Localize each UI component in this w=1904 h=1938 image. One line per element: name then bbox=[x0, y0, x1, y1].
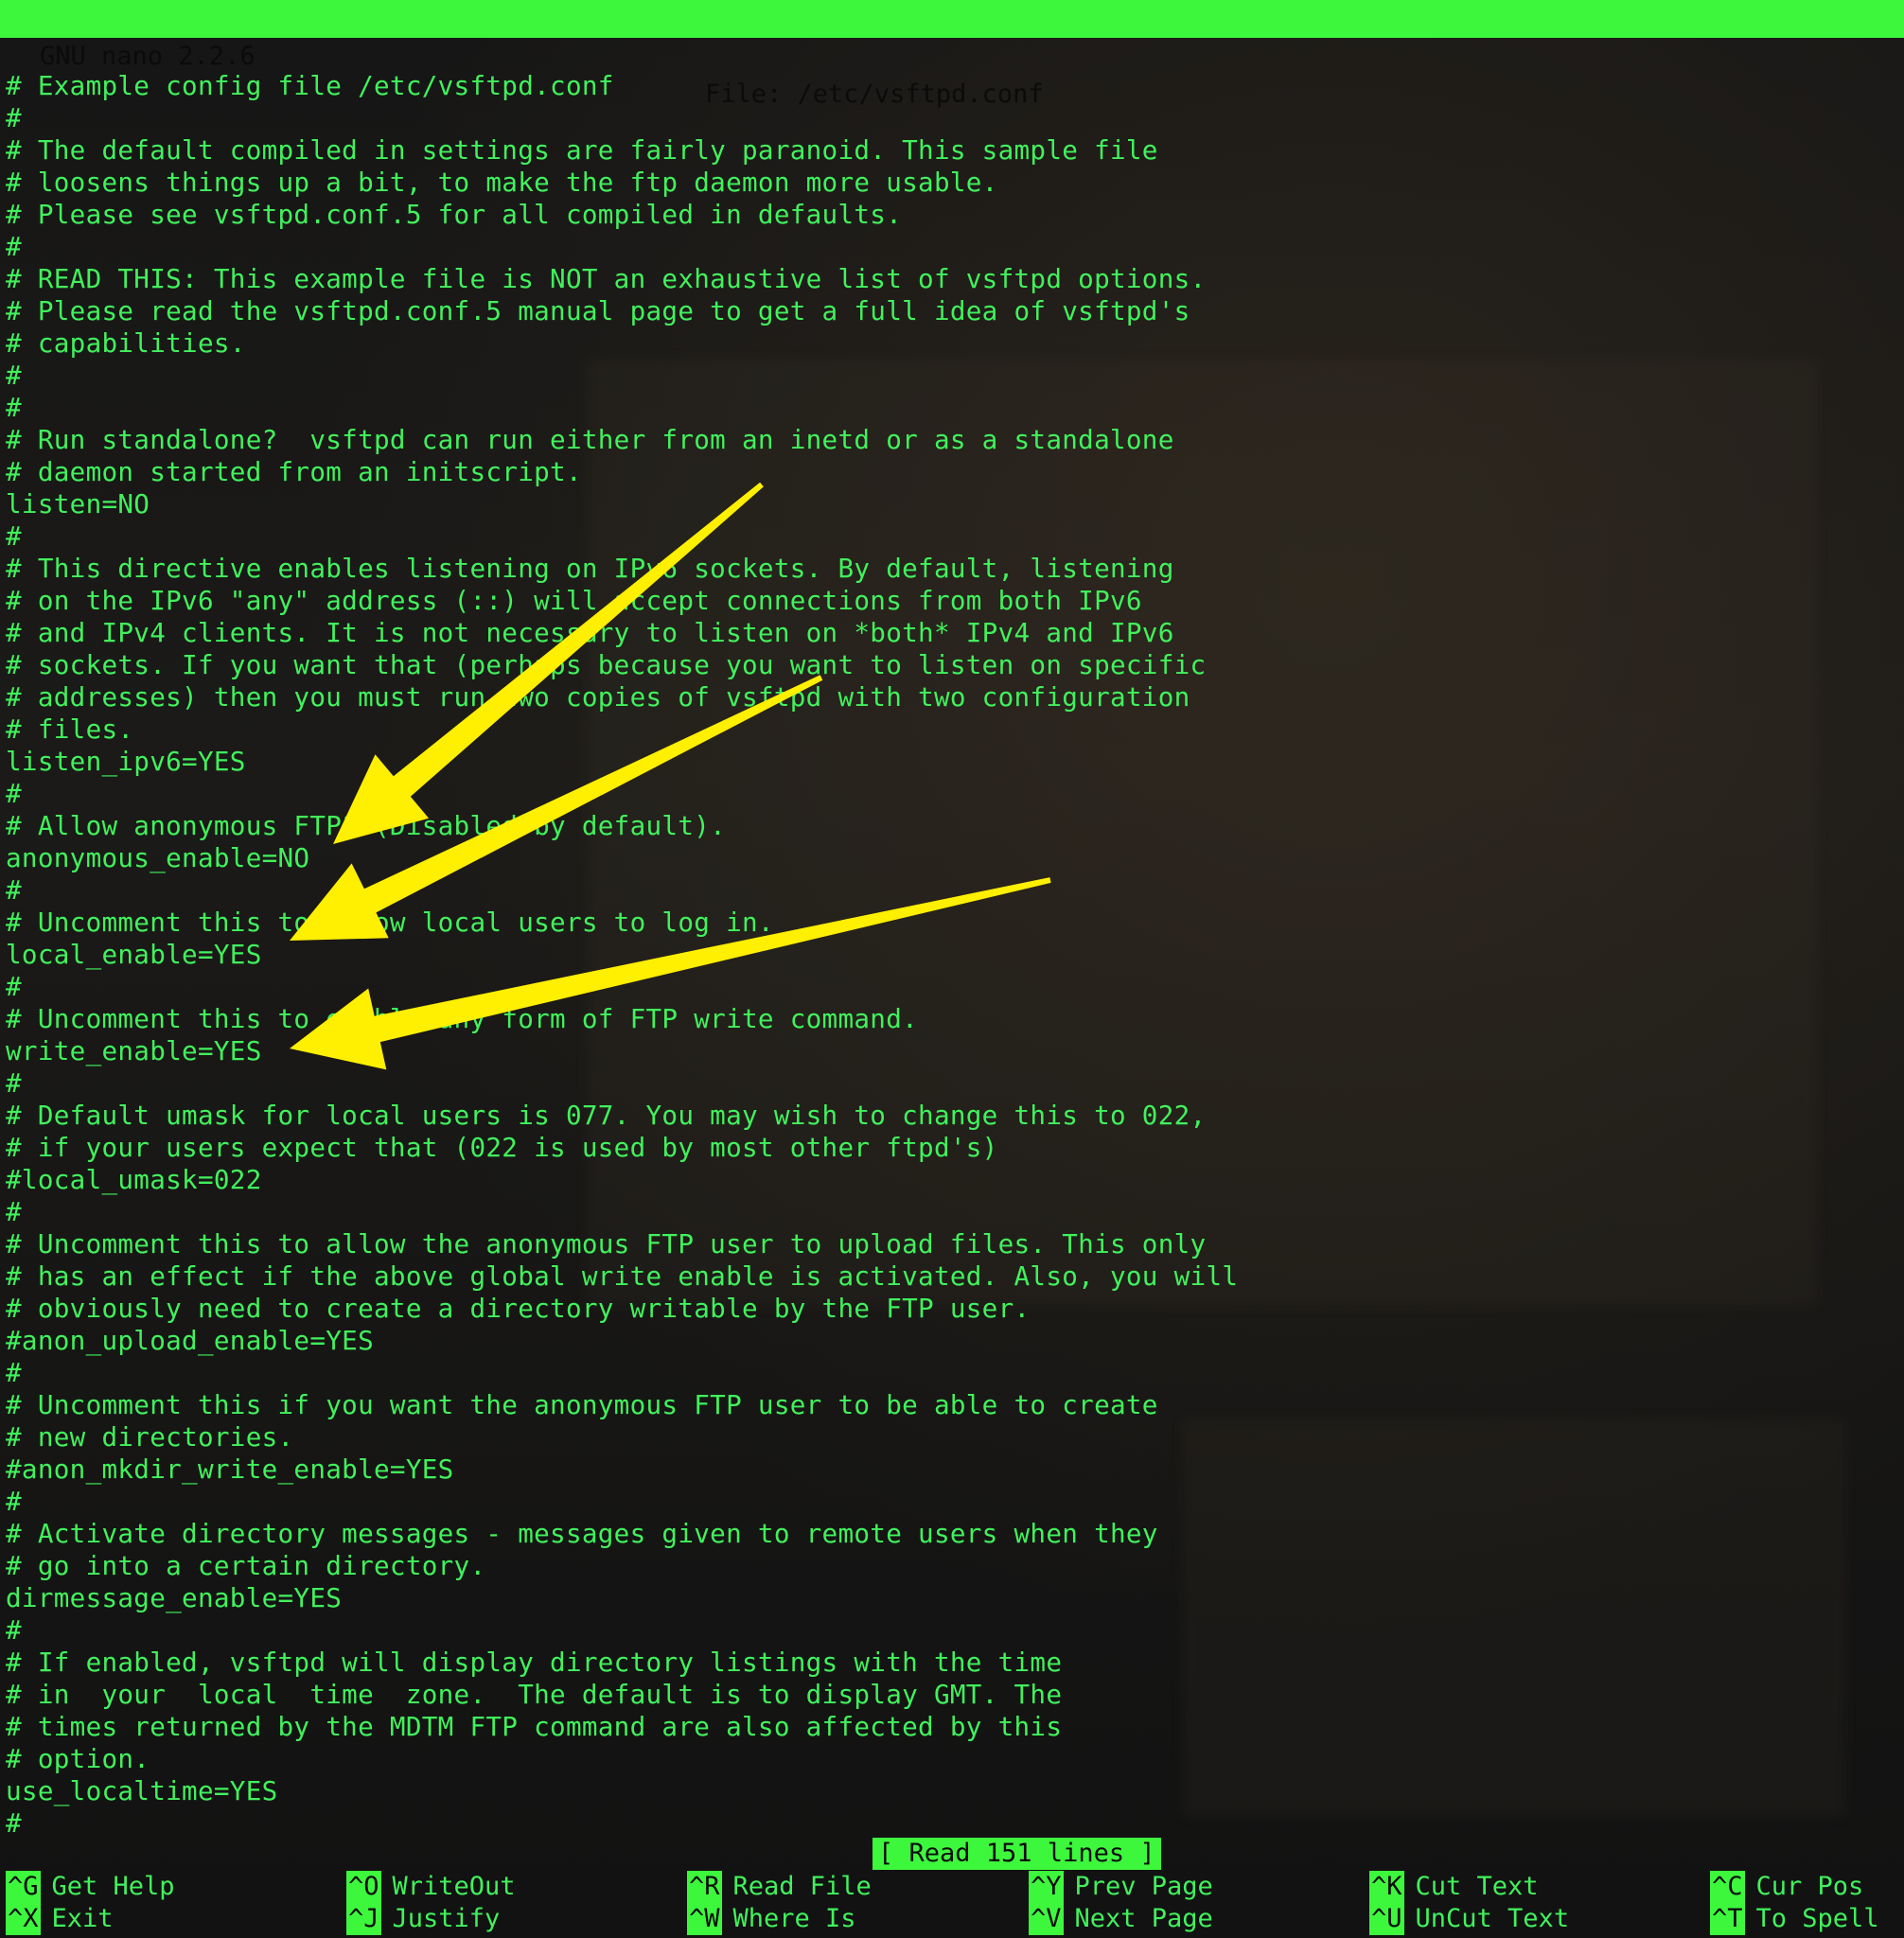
editor-line[interactable]: # READ THIS: This example file is NOT an… bbox=[6, 263, 1898, 295]
editor-line[interactable]: # times returned by the MDTM FTP command… bbox=[6, 1711, 1898, 1743]
shortcut-key: ^O bbox=[346, 1871, 381, 1903]
shortcut-label: Get Help bbox=[51, 1872, 175, 1901]
shortcut-exit[interactable]: ^X Exit bbox=[6, 1903, 114, 1935]
shortcut-uncut-text[interactable]: ^U UnCut Text bbox=[1369, 1903, 1569, 1935]
editor-line[interactable]: # bbox=[6, 1807, 1898, 1840]
editor-text-area[interactable]: # Example config file /etc/vsftpd.conf # #… bbox=[6, 70, 1898, 1840]
editor-line[interactable]: # bbox=[6, 231, 1898, 263]
shortcut-key: ^R bbox=[687, 1871, 722, 1903]
editor-line[interactable]: # bbox=[6, 1614, 1898, 1647]
shortcut-cur-pos[interactable]: ^C Cur Pos bbox=[1710, 1871, 1863, 1903]
editor-line[interactable]: # bbox=[6, 971, 1898, 1003]
shortcut-label: WriteOut bbox=[392, 1872, 516, 1901]
shortcut-key: ^X bbox=[6, 1903, 41, 1935]
editor-line[interactable]: # loosens things up a bit, to make the f… bbox=[6, 167, 1898, 199]
editor-line[interactable]: # Default umask for local users is 077. … bbox=[6, 1100, 1898, 1132]
editor-line[interactable]: # capabilities. bbox=[6, 327, 1898, 360]
shortcut-justify[interactable]: ^J Justify bbox=[346, 1903, 500, 1935]
shortcut-key: ^G bbox=[6, 1871, 41, 1903]
editor-line[interactable]: # Please read the vsftpd.conf.5 manual p… bbox=[6, 295, 1898, 327]
editor-line[interactable]: # daemon started from an initscript. bbox=[6, 456, 1898, 488]
terminal-window: GNU nano 2.2.6 File: /etc/vsftpd.conf # … bbox=[0, 0, 1904, 1938]
editor-line[interactable]: listen_ipv6=YES bbox=[6, 746, 1898, 778]
shortcut-key: ^W bbox=[687, 1903, 722, 1935]
editor-line[interactable]: listen=NO bbox=[6, 488, 1898, 520]
editor-line[interactable]: # Allow anonymous FTP? (Disabled by defa… bbox=[6, 810, 1898, 842]
shortcut-key: ^Y bbox=[1029, 1871, 1064, 1903]
editor-line[interactable]: #local_umask=022 bbox=[6, 1164, 1898, 1196]
editor-line[interactable]: # Uncomment this to allow local users to… bbox=[6, 907, 1898, 939]
shortcut-label: Cur Pos bbox=[1755, 1872, 1864, 1901]
shortcut-label: Where Is bbox=[732, 1904, 856, 1933]
editor-line[interactable]: #anon_upload_enable=YES bbox=[6, 1325, 1898, 1357]
editor-line[interactable]: # Run standalone? vsftpd can run either … bbox=[6, 424, 1898, 456]
editor-line[interactable]: # on the IPv6 "any" address (::) will ac… bbox=[6, 585, 1898, 617]
editor-line[interactable]: # bbox=[6, 874, 1898, 907]
editor-line[interactable]: # bbox=[6, 520, 1898, 553]
editor-line[interactable]: # bbox=[6, 1196, 1898, 1228]
editor-line[interactable]: # This directive enables listening on IP… bbox=[6, 553, 1898, 585]
editor-line[interactable]: # Please see vsftpd.conf.5 for all compi… bbox=[6, 199, 1898, 231]
shortcut-key: ^J bbox=[346, 1903, 381, 1935]
editor-line[interactable]: # bbox=[6, 778, 1898, 810]
shortcut-key: ^C bbox=[1710, 1871, 1745, 1903]
editor-line[interactable]: local_enable=YES bbox=[6, 939, 1898, 971]
editor-line[interactable]: # Uncomment this to enable any form of F… bbox=[6, 1003, 1898, 1035]
editor-line[interactable]: #anon_mkdir_write_enable=YES bbox=[6, 1454, 1898, 1486]
shortcut-label: Justify bbox=[392, 1904, 501, 1933]
editor-line[interactable]: # new directories. bbox=[6, 1421, 1898, 1454]
editor-line[interactable]: anonymous_enable=NO bbox=[6, 842, 1898, 874]
shortcut-prev-page[interactable]: ^Y Prev Page bbox=[1029, 1871, 1213, 1903]
editor-line[interactable]: # bbox=[6, 360, 1898, 392]
editor-line[interactable]: # files. bbox=[6, 714, 1898, 746]
editor-line[interactable]: # obviously need to create a directory w… bbox=[6, 1293, 1898, 1325]
editor-line[interactable]: # The default compiled in settings are f… bbox=[6, 134, 1898, 167]
shortcut-label: Read File bbox=[732, 1872, 872, 1901]
editor-line[interactable]: # bbox=[6, 102, 1898, 134]
status-message: [ Read 151 lines ] bbox=[873, 1838, 1161, 1870]
shortcut-cut-text[interactable]: ^K Cut Text bbox=[1369, 1871, 1539, 1903]
editor-line[interactable]: # Uncomment this if you want the anonymo… bbox=[6, 1389, 1898, 1421]
editor-line[interactable]: # Activate directory messages - messages… bbox=[6, 1518, 1898, 1550]
shortcut-label: Exit bbox=[51, 1904, 114, 1933]
shortcut-where-is[interactable]: ^W Where Is bbox=[687, 1903, 856, 1935]
shortcut-read-file[interactable]: ^R Read File bbox=[687, 1871, 872, 1903]
editor-line[interactable]: # Uncomment this to allow the anonymous … bbox=[6, 1228, 1898, 1260]
editor-line[interactable]: # if your users expect that (022 is used… bbox=[6, 1132, 1898, 1164]
shortcut-label: Next Page bbox=[1074, 1904, 1213, 1933]
nano-title-bar: GNU nano 2.2.6 File: /etc/vsftpd.conf bbox=[0, 0, 1904, 109]
editor-line[interactable]: # bbox=[6, 1357, 1898, 1389]
shortcut-key: ^K bbox=[1369, 1871, 1404, 1903]
editor-line[interactable]: # go into a certain directory. bbox=[6, 1550, 1898, 1582]
editor-line[interactable]: # Example config file /etc/vsftpd.conf bbox=[6, 70, 1898, 102]
shortcut-bar: ^G Get Help ^O WriteOut ^R Read File ^Y Prev Pa… bbox=[0, 1871, 1904, 1938]
shortcut-label: Cut Text bbox=[1415, 1872, 1539, 1901]
editor-line[interactable]: # option. bbox=[6, 1743, 1898, 1775]
shortcut-to-spell[interactable]: ^T To Spell bbox=[1710, 1903, 1879, 1935]
editor-line[interactable]: # addresses) then you must run two copie… bbox=[6, 681, 1898, 714]
editor-line[interactable]: # has an effect if the above global writ… bbox=[6, 1260, 1898, 1293]
shortcut-label: To Spell bbox=[1755, 1904, 1879, 1933]
editor-line[interactable]: # sockets. If you want that (perhaps bec… bbox=[6, 649, 1898, 681]
shortcut-next-page[interactable]: ^V Next Page bbox=[1029, 1903, 1213, 1935]
shortcut-label: UnCut Text bbox=[1415, 1904, 1570, 1933]
shortcut-key: ^T bbox=[1710, 1903, 1745, 1935]
shortcut-label: Prev Page bbox=[1074, 1872, 1213, 1901]
shortcut-key: ^U bbox=[1369, 1903, 1404, 1935]
editor-line[interactable]: use_localtime=YES bbox=[6, 1775, 1898, 1807]
shortcut-get-help[interactable]: ^G Get Help bbox=[6, 1871, 175, 1903]
editor-line[interactable]: # If enabled, vsftpd will display direct… bbox=[6, 1647, 1898, 1679]
shortcut-writeout[interactable]: ^O WriteOut bbox=[346, 1871, 516, 1903]
editor-line[interactable]: # bbox=[6, 1486, 1898, 1518]
editor-line[interactable]: # and IPv4 clients. It is not necessary … bbox=[6, 617, 1898, 649]
editor-line[interactable]: dirmessage_enable=YES bbox=[6, 1582, 1898, 1614]
editor-line[interactable]: # bbox=[6, 1067, 1898, 1100]
shortcut-key: ^V bbox=[1029, 1903, 1064, 1935]
editor-line[interactable]: # in your local time zone. The default i… bbox=[6, 1679, 1898, 1711]
editor-line[interactable]: write_enable=YES bbox=[6, 1035, 1898, 1067]
editor-line[interactable]: # bbox=[6, 392, 1898, 424]
